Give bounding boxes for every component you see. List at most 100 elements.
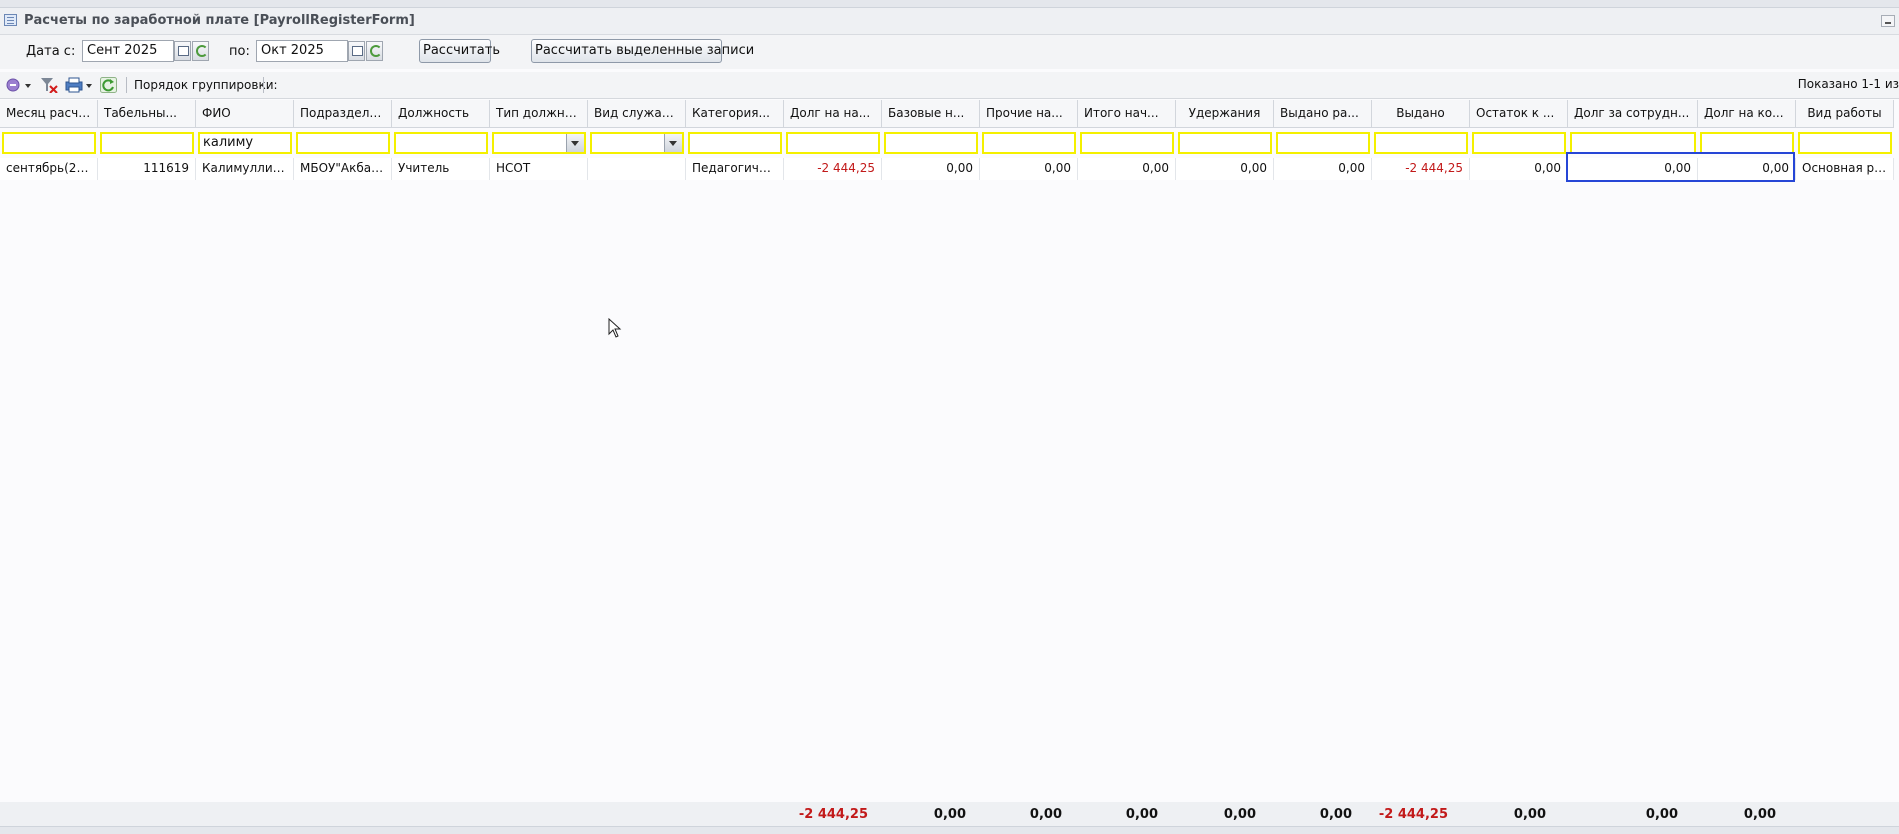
- table-cell[interactable]: -2 444,25: [784, 158, 882, 180]
- column-header[interactable]: Выдано: [1372, 100, 1470, 128]
- table-cell[interactable]: Калимуллина...: [196, 158, 294, 180]
- column-header[interactable]: Табельны...: [98, 100, 196, 128]
- column-filter-input[interactable]: [1080, 132, 1174, 154]
- minimize-icon[interactable]: [1881, 15, 1895, 27]
- column-filter-input[interactable]: [1276, 132, 1370, 154]
- column-filter-input[interactable]: [100, 132, 194, 154]
- column-header[interactable]: Долг на на...: [784, 100, 882, 128]
- column-filter: [1274, 130, 1372, 156]
- column-header[interactable]: Итого нач...: [1078, 100, 1176, 128]
- table-cell[interactable]: 0,00: [1078, 158, 1176, 180]
- column-header[interactable]: Долг за сотрудн...: [1568, 100, 1698, 128]
- column-header[interactable]: Остаток к ...: [1470, 100, 1568, 128]
- column-filter: [0, 130, 98, 156]
- column-filter-input[interactable]: [296, 132, 390, 154]
- print-menu-icon[interactable]: [65, 77, 93, 93]
- table-cell[interactable]: 0,00: [1470, 158, 1568, 180]
- calendar-icon[interactable]: [348, 41, 365, 61]
- table-cell[interactable]: НСОТ: [490, 158, 588, 180]
- column-header[interactable]: Удержания: [1176, 100, 1274, 128]
- total-value: 0,00: [1645, 807, 1678, 822]
- column-filter-input[interactable]: [786, 132, 880, 154]
- reset-date-icon[interactable]: [366, 41, 383, 61]
- date-from-field[interactable]: Сент 2025: [82, 40, 174, 62]
- table-cell[interactable]: Педагогичес...: [686, 158, 784, 180]
- chevron-down-icon[interactable]: [664, 134, 682, 152]
- column-header[interactable]: Прочие на...: [980, 100, 1078, 128]
- column-filter: [392, 130, 490, 156]
- column-filter-input[interactable]: [394, 132, 488, 154]
- totals-row: -2 444,25 0,00 0,00 0,00 0,00 0,00 -2 44…: [0, 802, 1899, 826]
- column-filter: [686, 130, 784, 156]
- table-cell[interactable]: 0,00: [980, 158, 1078, 180]
- column-filter-input[interactable]: [982, 132, 1076, 154]
- table-cell[interactable]: МБОУ"Акбаш...: [294, 158, 392, 180]
- column-header[interactable]: Категория...: [686, 100, 784, 128]
- records-shown-text: Показано 1-1 из: [1797, 77, 1899, 91]
- column-filter-input[interactable]: [1472, 132, 1566, 154]
- column-filter-input[interactable]: [884, 132, 978, 154]
- column-header[interactable]: Тип должности: [490, 100, 588, 128]
- column-filter: [1372, 130, 1470, 156]
- column-filter-select[interactable]: [590, 132, 684, 154]
- column-filter-input[interactable]: [1570, 132, 1696, 154]
- column-header[interactable]: Долг на ко...: [1698, 100, 1796, 128]
- refresh-icon[interactable]: [100, 77, 118, 93]
- calculate-selected-button[interactable]: Рассчитать выделенные записи: [531, 39, 754, 63]
- total-value: 0,00: [1319, 807, 1352, 822]
- column-filter: [1796, 130, 1894, 156]
- date-filter-bar: Дата с: Сент 2025 по: Окт 2025 Рассчитат…: [0, 35, 1899, 69]
- toolbar-separator: [263, 77, 264, 93]
- column-header[interactable]: Базовые н...: [882, 100, 980, 128]
- column-filter-input[interactable]: [1700, 132, 1794, 154]
- form-icon: [4, 14, 17, 26]
- total-value: 0,00: [1125, 807, 1158, 822]
- total-value: 0,00: [1223, 807, 1256, 822]
- column-header[interactable]: Должность: [392, 100, 490, 128]
- column-header[interactable]: Вид служаще...: [588, 100, 686, 128]
- total-value: 0,00: [933, 807, 966, 822]
- fio-filter-input[interactable]: калиму: [198, 132, 292, 154]
- window-titlebar: Расчеты по заработной плате [PayrollRegi…: [0, 8, 1899, 35]
- table-cell[interactable]: -2 444,25: [1372, 158, 1470, 180]
- table-cell[interactable]: [588, 158, 686, 180]
- column-header[interactable]: Вид работы: [1796, 100, 1894, 128]
- mouse-cursor-icon: [608, 318, 622, 338]
- column-header[interactable]: Месяц расчета: [0, 100, 98, 128]
- date-to-label: по:: [229, 44, 250, 59]
- column-filter-input[interactable]: [1798, 132, 1892, 154]
- chevron-down-icon[interactable]: [566, 134, 584, 152]
- column-filter: [588, 130, 686, 156]
- column-filter-select[interactable]: [492, 132, 586, 154]
- table-cell[interactable]: сентябрь(202...: [0, 158, 98, 180]
- table-cell[interactable]: Учитель: [392, 158, 490, 180]
- table-cell[interactable]: 0,00: [882, 158, 980, 180]
- table-cell[interactable]: 111619: [98, 158, 196, 180]
- calendar-icon[interactable]: [174, 41, 191, 61]
- total-value: -2 444,25: [798, 807, 868, 822]
- column-header[interactable]: ФИО: [196, 100, 294, 128]
- column-filter-input[interactable]: [1178, 132, 1272, 154]
- total-value: -2 444,25: [1378, 807, 1448, 822]
- table-cell[interactable]: 0,00: [1274, 158, 1372, 180]
- table-cell[interactable]: Основная ра...: [1796, 158, 1894, 180]
- table-cell[interactable]: 0,00: [1176, 158, 1274, 180]
- selected-cells-outline: [1566, 152, 1795, 182]
- toolbar-separator: [126, 77, 127, 93]
- column-filter: [98, 130, 196, 156]
- clear-filter-icon[interactable]: [40, 77, 58, 93]
- column-header[interactable]: Выдано ра...: [1274, 100, 1372, 128]
- column-header[interactable]: Подразделен...: [294, 100, 392, 128]
- column-filter-input[interactable]: [688, 132, 782, 154]
- calculate-button[interactable]: Рассчитать: [419, 39, 500, 63]
- column-filter: [784, 130, 882, 156]
- column-filter-input[interactable]: [1374, 132, 1468, 154]
- add-menu-icon[interactable]: [5, 77, 31, 93]
- date-to-field[interactable]: Окт 2025: [256, 40, 348, 62]
- total-value: 0,00: [1513, 807, 1546, 822]
- column-filter: [294, 130, 392, 156]
- reset-date-icon[interactable]: [192, 41, 209, 61]
- column-filter-input[interactable]: [2, 132, 96, 154]
- column-filter: [1078, 130, 1176, 156]
- total-value: 0,00: [1743, 807, 1776, 822]
